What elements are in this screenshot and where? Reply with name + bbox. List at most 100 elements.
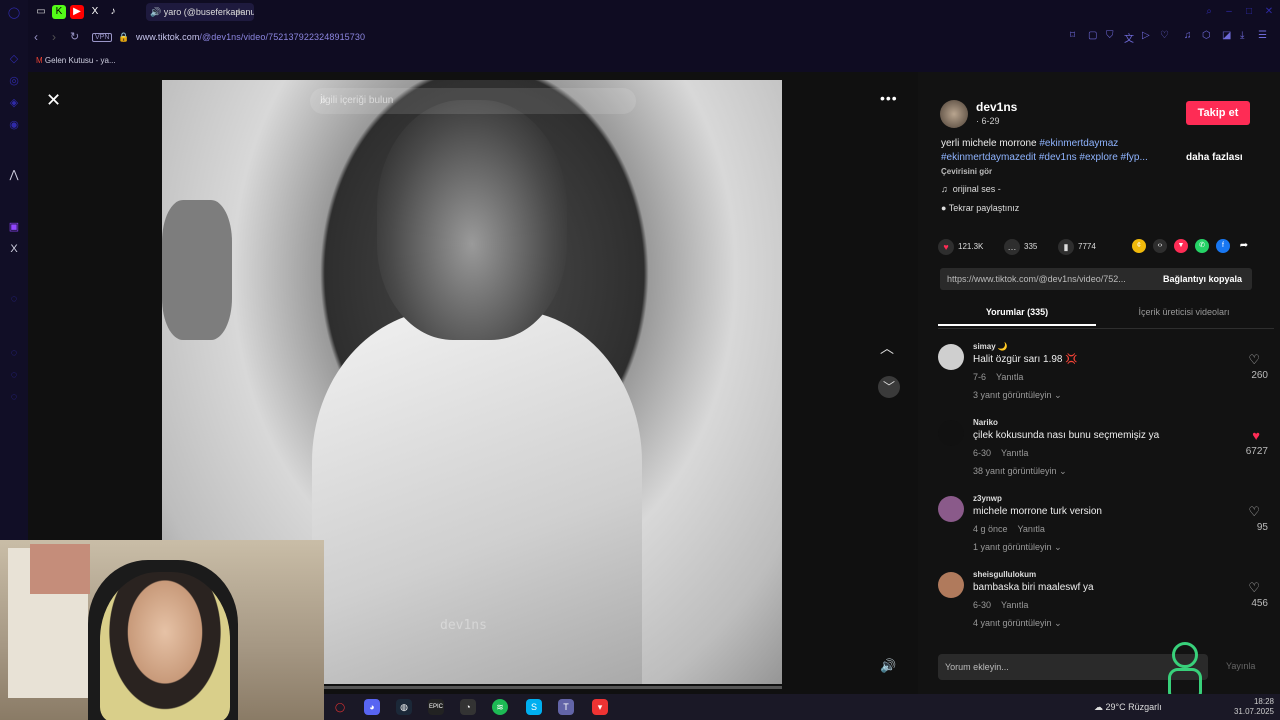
comment-avatar[interactable] bbox=[938, 572, 964, 598]
close-window-icon[interactable]: ✕ bbox=[1262, 5, 1276, 19]
post-comment-button[interactable]: Yayınla bbox=[1226, 661, 1255, 671]
send-icon[interactable]: ▼ bbox=[1174, 239, 1188, 253]
extensions-icon[interactable]: ⬡ bbox=[1202, 30, 1211, 41]
back-icon[interactable]: ‹ bbox=[34, 30, 38, 44]
tab-icon-generic[interactable]: ▭ bbox=[34, 5, 48, 19]
kick-icon[interactable]: K bbox=[52, 5, 66, 19]
reply-link[interactable]: Yanıtla bbox=[1018, 524, 1045, 534]
copy-link-button[interactable]: Bağlantıyı kopyala bbox=[1163, 274, 1242, 284]
comment-user[interactable]: simay 🌙 bbox=[973, 342, 1008, 351]
reload-icon[interactable]: ↻ bbox=[70, 30, 79, 43]
comment-like-icon[interactable]: ♡ bbox=[1248, 580, 1260, 596]
sidebar-icon-1[interactable]: ◇ bbox=[7, 52, 21, 66]
sidebar-icon-5[interactable]: ◌ bbox=[7, 292, 21, 306]
youtube-icon[interactable]: ▶ bbox=[70, 5, 84, 19]
shield-icon[interactable]: ⛉ bbox=[1106, 30, 1114, 41]
heart-icon[interactable]: ♡ bbox=[1160, 30, 1169, 41]
view-replies-link[interactable]: 1 yanıt görüntüleyin ⌄ bbox=[973, 542, 1062, 553]
obs-icon[interactable]: ◔ bbox=[460, 699, 476, 715]
opera-logo-icon[interactable]: ◯ bbox=[7, 6, 21, 20]
share-link-url[interactable]: https://www.tiktok.com/@dev1ns/video/752… bbox=[947, 274, 1147, 284]
embed-icon[interactable]: ‹› bbox=[1153, 239, 1167, 253]
vpn-badge[interactable]: VPN bbox=[92, 33, 113, 42]
sidebar-icon-7[interactable]: ◌ bbox=[7, 368, 21, 382]
related-search-bar[interactable]: İlgili içeriği bulun ⌕ bbox=[310, 88, 636, 114]
minimize-icon[interactable]: – bbox=[1222, 5, 1236, 19]
menu-icon[interactable]: ☰ bbox=[1258, 30, 1267, 41]
wallet-icon[interactable]: ◪ bbox=[1222, 30, 1231, 41]
new-tab-icon[interactable]: + bbox=[232, 5, 246, 19]
sidebar-icon-3[interactable]: ◈ bbox=[7, 96, 21, 110]
more-options-icon[interactable]: ••• bbox=[880, 90, 898, 106]
arc-icon[interactable]: ⋀ bbox=[7, 168, 21, 182]
discord-icon[interactable]: ◕ bbox=[364, 699, 380, 715]
snapshot-icon[interactable]: ▢ bbox=[1088, 30, 1097, 41]
twitch-icon[interactable]: ▣ bbox=[7, 220, 21, 234]
bookmark-gmail[interactable]: M Gelen Kutusu - ya... bbox=[36, 56, 116, 65]
more-link[interactable]: daha fazlası bbox=[1186, 152, 1243, 163]
translate-link[interactable]: Çevirisini gör bbox=[941, 167, 992, 176]
sidebar-icon-4[interactable]: ◉ bbox=[7, 118, 21, 132]
view-replies-link[interactable]: 4 yanıt görüntüleyin ⌄ bbox=[973, 618, 1062, 629]
teams-icon[interactable]: T bbox=[558, 699, 574, 715]
weather-widget[interactable]: ☁ 29°C Rüzgarlı bbox=[1094, 702, 1162, 713]
url-field[interactable]: www.tiktok.com/@dev1ns/video/75213792232… bbox=[136, 32, 365, 42]
system-clock[interactable]: 18:28 31.07.2025 bbox=[1234, 697, 1274, 717]
download-icon[interactable]: ⤓ bbox=[1240, 30, 1244, 41]
caption-hashtags[interactable]: #ekinmertdaymazedit #dev1ns #explore #fy… bbox=[941, 152, 1148, 163]
epic-games-icon[interactable]: EPIC bbox=[428, 699, 444, 715]
chevron-up-icon[interactable]: ︿ bbox=[880, 338, 894, 358]
sidebar-icon-8[interactable]: ◌ bbox=[7, 390, 21, 404]
tab-creator-videos[interactable]: İçerik üreticisi videoları bbox=[1096, 307, 1272, 317]
comment-avatar[interactable] bbox=[938, 496, 964, 522]
volume-icon[interactable]: 🔊 bbox=[880, 658, 896, 674]
follow-button[interactable]: Takip et bbox=[1186, 101, 1250, 125]
view-replies-link[interactable]: 3 yanıt görüntüleyin ⌄ bbox=[973, 390, 1062, 401]
author-name[interactable]: dev1ns bbox=[976, 100, 1017, 114]
tab-comments[interactable]: Yorumlar (335) bbox=[938, 307, 1096, 326]
whatsapp-icon[interactable]: ✆ bbox=[1195, 239, 1209, 253]
comment-liked-icon[interactable]: ♥ bbox=[1252, 428, 1260, 443]
view-replies-link[interactable]: 38 yanıt görüntüleyin ⌄ bbox=[973, 466, 1067, 477]
comment-user[interactable]: sheisgullulokum bbox=[973, 570, 1036, 579]
coin-icon[interactable]: ¢ bbox=[1132, 239, 1146, 253]
share-arrow-icon[interactable]: ➦ bbox=[1237, 239, 1251, 253]
app-icon[interactable]: ▾ bbox=[592, 699, 608, 715]
reply-link[interactable]: Yanıtla bbox=[1001, 600, 1028, 610]
sidebar-icon-2[interactable]: ◎ bbox=[7, 74, 21, 88]
x-tab-icon[interactable]: X bbox=[88, 5, 102, 19]
comment-avatar[interactable] bbox=[938, 344, 964, 370]
spotify-icon[interactable]: ≋ bbox=[492, 699, 508, 715]
search-tabs-icon[interactable]: ⌕ bbox=[1202, 5, 1216, 19]
chevron-down-icon[interactable]: ﹀ bbox=[878, 376, 900, 398]
close-icon[interactable]: ✕ bbox=[46, 90, 61, 111]
comment-action[interactable]: … 335 bbox=[1004, 238, 1037, 256]
forward-icon[interactable]: › bbox=[52, 30, 56, 44]
skype-icon[interactable]: S bbox=[526, 699, 542, 715]
sound-row[interactable]: ♫ orijinal ses - bbox=[941, 184, 1001, 194]
facebook-icon[interactable]: f bbox=[1216, 239, 1230, 253]
comment-like-icon[interactable]: ♡ bbox=[1248, 504, 1260, 520]
like-heart-icon[interactable]: ♥ bbox=[938, 238, 954, 255]
tiktok-tab-icon[interactable]: ♪ bbox=[106, 5, 120, 19]
like-action[interactable]: ♥ 121.3K bbox=[938, 238, 983, 256]
sidebar-icon-6[interactable]: ◌ bbox=[7, 346, 21, 360]
search-icon[interactable]: ⌕ bbox=[320, 93, 626, 108]
bookmark-icon[interactable]: ⌑ bbox=[1070, 30, 1075, 41]
maximize-icon[interactable]: □ bbox=[1242, 5, 1256, 19]
reply-link[interactable]: Yanıtla bbox=[1001, 448, 1028, 458]
x-icon[interactable]: X bbox=[7, 242, 21, 256]
opera-taskbar-icon[interactable]: ◯ bbox=[332, 699, 348, 715]
author-avatar[interactable] bbox=[940, 100, 968, 128]
comment-like-icon[interactable]: ♡ bbox=[1248, 352, 1260, 368]
steam-icon[interactable]: ◍ bbox=[396, 699, 412, 715]
bookmark-save-icon[interactable]: ▮ bbox=[1058, 238, 1074, 255]
music-player-icon[interactable]: ♫ bbox=[1184, 30, 1192, 41]
save-action[interactable]: ▮ 7774 bbox=[1058, 238, 1096, 256]
comment-user[interactable]: Nariko bbox=[973, 418, 998, 427]
play-icon[interactable]: ▷ bbox=[1142, 30, 1150, 41]
comment-icon[interactable]: … bbox=[1004, 238, 1020, 255]
reply-link[interactable]: Yanıtla bbox=[996, 372, 1023, 382]
caption-hashtag[interactable]: #ekinmertdaymaz bbox=[1039, 138, 1118, 149]
comment-user[interactable]: z3ynwp bbox=[973, 494, 1002, 503]
